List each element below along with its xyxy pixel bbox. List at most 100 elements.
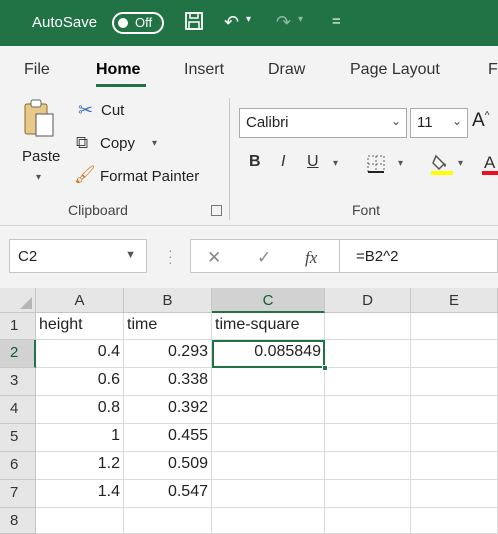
- cell-a6[interactable]: 1.2: [36, 452, 124, 480]
- format-painter-button[interactable]: Format Painter: [100, 168, 199, 185]
- autosave-toggle[interactable]: Off: [112, 12, 164, 34]
- fill-handle[interactable]: [322, 365, 328, 371]
- font-size-select[interactable]: 11 ⌄: [410, 108, 468, 138]
- redo-icon[interactable]: ↷: [276, 11, 291, 33]
- cell-d5[interactable]: [325, 424, 411, 452]
- save-icon[interactable]: [184, 11, 204, 36]
- tab-home[interactable]: Home: [96, 61, 140, 79]
- formula-bar-resize-handle[interactable]: · · ·: [168, 243, 173, 269]
- cell-b2[interactable]: 0.293: [124, 340, 212, 368]
- cell-c5[interactable]: [212, 424, 325, 452]
- enter-icon[interactable]: ✓: [257, 248, 271, 268]
- column-header-a[interactable]: A: [36, 288, 124, 313]
- row-header-6[interactable]: 6: [0, 452, 36, 480]
- underline-dropdown-icon[interactable]: ▾: [333, 158, 338, 169]
- cell-c3[interactable]: [212, 368, 325, 396]
- formula-input[interactable]: =B2^2: [340, 239, 498, 273]
- insert-function-icon[interactable]: fx: [305, 248, 317, 268]
- cell-e4[interactable]: [411, 396, 498, 424]
- clipboard-dialog-launcher-icon[interactable]: [211, 205, 222, 216]
- cell-a1[interactable]: height: [36, 313, 124, 340]
- name-box[interactable]: C2 ▼: [9, 239, 147, 273]
- cell-b4[interactable]: 0.392: [124, 396, 212, 424]
- cell-a3[interactable]: 0.6: [36, 368, 124, 396]
- cut-icon[interactable]: ✂: [78, 100, 93, 121]
- paste-button[interactable]: Paste: [22, 148, 60, 165]
- cell-c8[interactable]: [212, 508, 325, 534]
- cell-e1[interactable]: [411, 313, 498, 340]
- italic-button[interactable]: I: [281, 153, 285, 171]
- cell-b3[interactable]: 0.338: [124, 368, 212, 396]
- font-name-select[interactable]: Calibri ⌄: [239, 108, 407, 138]
- row-header-5[interactable]: 5: [0, 424, 36, 452]
- cell-d1[interactable]: [325, 313, 411, 340]
- bold-button[interactable]: B: [249, 153, 261, 171]
- row-header-1[interactable]: 1: [0, 313, 36, 340]
- cell-c4[interactable]: [212, 396, 325, 424]
- cell-d3[interactable]: [325, 368, 411, 396]
- increase-font-size-icon[interactable]: A^: [472, 110, 489, 132]
- font-name-value: Calibri: [246, 114, 289, 131]
- tab-formulas-partial[interactable]: F: [488, 61, 498, 79]
- cell-e5[interactable]: [411, 424, 498, 452]
- copy-icon[interactable]: ⧉: [76, 133, 88, 153]
- cell-a8[interactable]: [36, 508, 124, 534]
- format-painter-icon[interactable]: 🖌: [74, 165, 96, 185]
- column-header-c[interactable]: C: [212, 288, 325, 313]
- cell-d7[interactable]: [325, 480, 411, 508]
- borders-icon[interactable]: [366, 154, 386, 179]
- redo-dropdown-icon[interactable]: ▾: [298, 14, 303, 25]
- column-header-e[interactable]: E: [411, 288, 498, 313]
- row-header-3[interactable]: 3: [0, 368, 36, 396]
- cancel-icon[interactable]: ✕: [207, 248, 221, 268]
- cell-d4[interactable]: [325, 396, 411, 424]
- cell-b5[interactable]: 0.455: [124, 424, 212, 452]
- cell-b1[interactable]: time: [124, 313, 212, 340]
- tab-draw[interactable]: Draw: [268, 61, 305, 79]
- cell-c2[interactable]: 0.085849: [212, 340, 325, 368]
- cell-d6[interactable]: [325, 452, 411, 480]
- paste-dropdown-icon[interactable]: ▾: [36, 172, 41, 183]
- customize-toolbar-icon[interactable]: =: [332, 11, 341, 33]
- paste-icon[interactable]: [22, 98, 56, 147]
- tab-page-layout[interactable]: Page Layout: [350, 61, 440, 79]
- cell-a4[interactable]: 0.8: [36, 396, 124, 424]
- column-header-b[interactable]: B: [124, 288, 212, 313]
- tab-insert[interactable]: Insert: [184, 61, 224, 79]
- cell-a5[interactable]: 1: [36, 424, 124, 452]
- select-all-corner[interactable]: [0, 288, 36, 313]
- fill-color-dropdown-icon[interactable]: ▾: [458, 158, 463, 169]
- row-header-8[interactable]: 8: [0, 508, 36, 534]
- cell-d8[interactable]: [325, 508, 411, 534]
- fill-color-icon[interactable]: [430, 152, 454, 181]
- undo-icon[interactable]: ↶: [224, 11, 239, 33]
- cut-button[interactable]: Cut: [101, 102, 124, 119]
- cell-a2[interactable]: 0.4: [36, 340, 124, 368]
- cell-a7[interactable]: 1.4: [36, 480, 124, 508]
- cell-c1[interactable]: time-square: [212, 313, 325, 340]
- cell-c7[interactable]: [212, 480, 325, 508]
- cell-b6[interactable]: 0.509: [124, 452, 212, 480]
- cell-d2[interactable]: [325, 340, 411, 368]
- cell-c6[interactable]: [212, 452, 325, 480]
- font-color-icon[interactable]: A: [482, 152, 498, 181]
- underline-button[interactable]: U: [307, 153, 319, 171]
- cell-e2[interactable]: [411, 340, 498, 368]
- cell-e6[interactable]: [411, 452, 498, 480]
- cell-b7[interactable]: 0.547: [124, 480, 212, 508]
- row-header-7[interactable]: 7: [0, 480, 36, 508]
- cell-e8[interactable]: [411, 508, 498, 534]
- copy-dropdown-icon[interactable]: ▾: [152, 138, 157, 149]
- borders-dropdown-icon[interactable]: ▾: [398, 158, 403, 169]
- cell-e7[interactable]: [411, 480, 498, 508]
- copy-button[interactable]: Copy: [100, 135, 135, 152]
- row-header-2[interactable]: 2: [0, 340, 36, 368]
- row-header-4[interactable]: 4: [0, 396, 36, 424]
- cell-b8[interactable]: [124, 508, 212, 534]
- autosave-label: AutoSave: [32, 14, 98, 31]
- ribbon-tabs: File Home Insert Draw Page Layout F: [0, 46, 498, 90]
- tab-file[interactable]: File: [24, 61, 50, 79]
- undo-dropdown-icon[interactable]: ▾: [246, 14, 251, 25]
- column-header-d[interactable]: D: [325, 288, 411, 313]
- cell-e3[interactable]: [411, 368, 498, 396]
